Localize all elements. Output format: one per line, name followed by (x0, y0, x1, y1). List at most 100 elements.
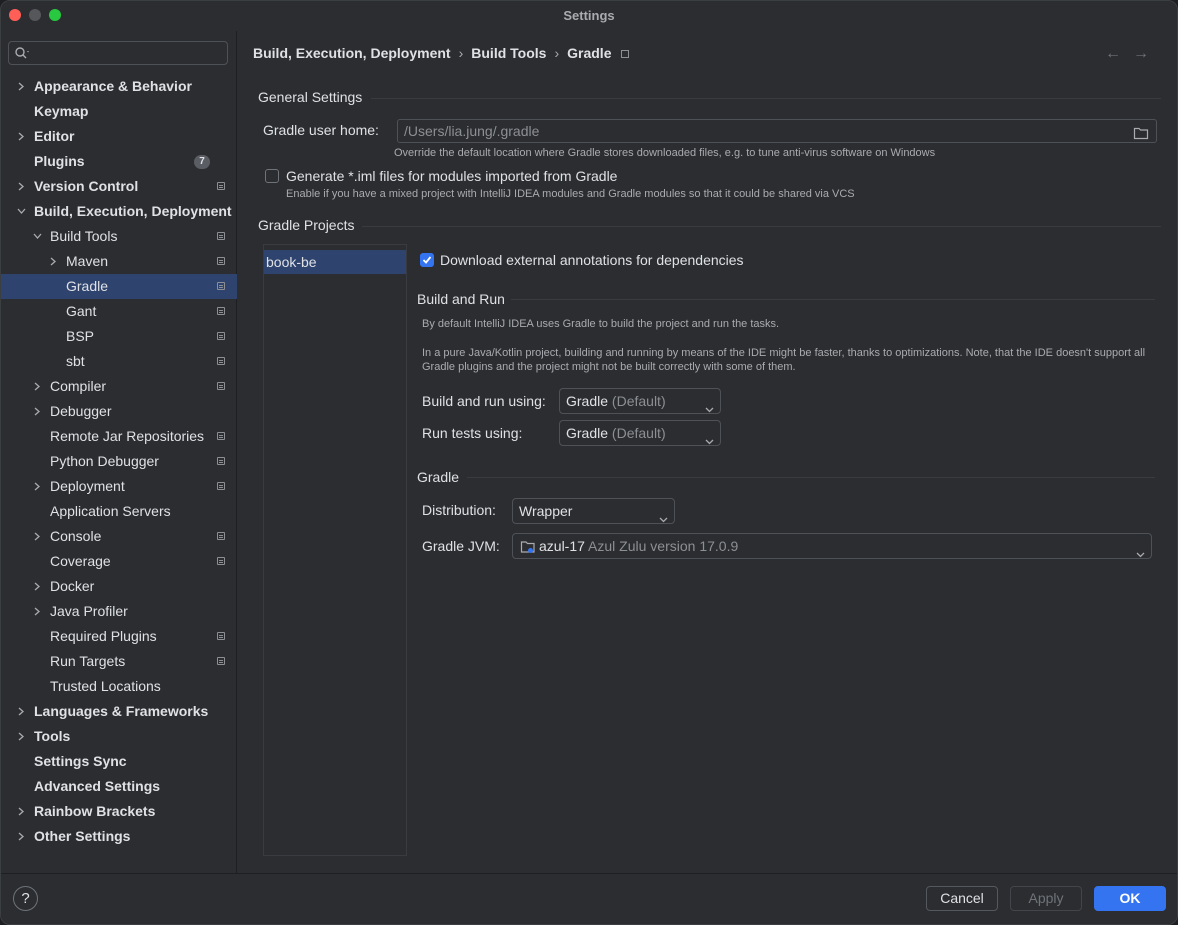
sidebar-item-console[interactable]: Console (1, 524, 237, 549)
cancel-button[interactable]: Cancel (926, 886, 998, 911)
sidebar-item-label: Python Debugger (50, 453, 159, 469)
sidebar-item-docker[interactable]: Docker (1, 574, 237, 599)
sidebar-item-label: Gant (66, 303, 97, 319)
chevron-down-icon[interactable] (33, 224, 45, 249)
sidebar-item-build-execution-deployment[interactable]: Build, Execution, Deployment (1, 199, 237, 224)
chevron-right-icon[interactable] (49, 249, 61, 274)
sidebar-item-languages-frameworks[interactable]: Languages & Frameworks (1, 699, 237, 724)
breadcrumb-item[interactable]: Build, Execution, Deployment (253, 45, 451, 61)
chevron-right-icon[interactable] (33, 474, 45, 499)
sidebar-item-sbt[interactable]: sbt (1, 349, 237, 374)
search-input[interactable] (8, 41, 228, 65)
project-level-icon (217, 332, 225, 340)
sidebar-item-version-control[interactable]: Version Control (1, 174, 237, 199)
sidebar-item-appearance[interactable]: Appearance & Behavior (1, 74, 237, 99)
breadcrumb-item[interactable]: Build Tools (471, 45, 546, 61)
sidebar-item-plugins[interactable]: Plugins 7 (1, 149, 237, 174)
chevron-right-icon[interactable] (17, 124, 29, 149)
chevron-down-icon (705, 429, 714, 453)
settings-content: Build, Execution, Deployment › Build Tools… (238, 31, 1177, 873)
run-tests-using-select[interactable]: Gradle (Default) (559, 420, 721, 446)
chevron-right-icon[interactable] (33, 599, 45, 624)
sidebar-item-label: Debugger (50, 403, 112, 419)
sidebar-item-rainbow-brackets[interactable]: Rainbow Brackets (1, 799, 237, 824)
sidebar-item-label: Appearance & Behavior (34, 78, 192, 94)
chevron-right-icon[interactable] (33, 524, 45, 549)
select-value: Gradle (566, 425, 609, 441)
gradle-jvm-select[interactable]: azul-17 Azul Zulu version 17.0.9 (512, 533, 1152, 559)
folder-icon[interactable] (1133, 124, 1149, 146)
breadcrumb-separator: › (458, 45, 464, 61)
sidebar-item-coverage[interactable]: Coverage (1, 549, 237, 574)
sidebar-item-label: Remote Jar Repositories (50, 428, 205, 444)
run-tests-using-label: Run tests using: (422, 425, 523, 441)
sidebar-item-label: Maven (66, 253, 109, 269)
chevron-right-icon[interactable] (17, 699, 29, 724)
download-annotations-label[interactable]: Download external annotations for depend… (440, 252, 744, 268)
sidebar-item-label: Version Control (34, 178, 139, 194)
select-value: Gradle (566, 393, 609, 409)
sidebar-item-compiler[interactable]: Compiler (1, 374, 237, 399)
distribution-select[interactable]: Wrapper (512, 498, 675, 524)
sidebar-item-settings-sync[interactable]: Settings Sync (1, 749, 237, 774)
chevron-right-icon[interactable] (33, 399, 45, 424)
chevron-right-icon[interactable] (17, 824, 29, 849)
sidebar-item-required-plugins[interactable]: Required Plugins (1, 624, 237, 649)
help-button[interactable]: ? (13, 886, 38, 911)
sidebar-item-application-servers[interactable]: Application Servers (1, 499, 237, 524)
distribution-label: Distribution: (422, 502, 496, 518)
sidebar-item-other-settings[interactable]: Other Settings (1, 824, 237, 849)
chevron-down-icon[interactable] (17, 199, 29, 224)
gradle-user-home-field[interactable]: /Users/lia.jung/.gradle (397, 119, 1157, 143)
gradle-projects-list: book-be (263, 244, 407, 856)
sidebar-item-advanced-settings[interactable]: Advanced Settings (1, 774, 237, 799)
project-level-icon (217, 257, 225, 265)
chevron-right-icon[interactable] (17, 74, 29, 99)
forward-arrow-icon[interactable]: → (1133, 45, 1161, 62)
sidebar-item-label: Compiler (50, 378, 107, 394)
sidebar-item-trusted-locations[interactable]: Trusted Locations (1, 674, 237, 699)
sidebar-item-label: Languages & Frameworks (34, 703, 209, 719)
sidebar-item-editor[interactable]: Editor (1, 124, 237, 149)
download-annotations-checkbox[interactable] (420, 253, 434, 267)
chevron-right-icon[interactable] (33, 374, 45, 399)
sidebar-item-bsp[interactable]: BSP (1, 324, 237, 349)
chevron-right-icon[interactable] (17, 799, 29, 824)
ok-button[interactable]: OK (1094, 886, 1166, 911)
sidebar-item-debugger[interactable]: Debugger (1, 399, 237, 424)
project-level-icon (217, 232, 225, 240)
select-value: azul-17 (539, 538, 585, 554)
general-settings-title: General Settings (258, 89, 363, 105)
build-and-run-title: Build and Run (417, 291, 505, 307)
divider (467, 477, 1155, 478)
sidebar-item-run-targets[interactable]: Run Targets (1, 649, 237, 674)
apply-button[interactable]: Apply (1010, 886, 1082, 911)
build-run-using-select[interactable]: Gradle (Default) (559, 388, 721, 414)
gradle-user-home-hint: Override the default location where Grad… (394, 147, 936, 159)
sidebar-item-remote-jar-repositories[interactable]: Remote Jar Repositories (1, 424, 237, 449)
generate-iml-label[interactable]: Generate *.iml files for modules importe… (286, 168, 617, 184)
sidebar-item-label: Keymap (34, 103, 89, 119)
sidebar-item-python-debugger[interactable]: Python Debugger (1, 449, 237, 474)
sidebar-item-label: Run Targets (50, 653, 126, 669)
sidebar-item-deployment[interactable]: Deployment (1, 474, 237, 499)
sidebar-item-label: Coverage (50, 553, 111, 569)
chevron-right-icon[interactable] (17, 724, 29, 749)
sidebar-item-java-profiler[interactable]: Java Profiler (1, 599, 237, 624)
sidebar-item-keymap[interactable]: Keymap (1, 99, 237, 124)
select-value-suffix: (Default) (611, 425, 666, 441)
sidebar-item-maven[interactable]: Maven (1, 249, 237, 274)
dialog-footer: ? Cancel Apply OK (1, 873, 1177, 924)
project-list-item[interactable]: book-be (264, 250, 406, 274)
select-value-suffix: (Default) (611, 393, 666, 409)
back-arrow-icon[interactable]: ← (1105, 45, 1133, 62)
generate-iml-checkbox[interactable] (265, 169, 279, 183)
sidebar-item-build-tools[interactable]: Build Tools (1, 224, 237, 249)
chevron-right-icon[interactable] (33, 574, 45, 599)
chevron-right-icon[interactable] (17, 174, 29, 199)
sidebar-item-gant[interactable]: Gant (1, 299, 237, 324)
sidebar-item-tools[interactable]: Tools (1, 724, 237, 749)
gradle-user-home-value: /Users/lia.jung/.gradle (404, 123, 540, 139)
sidebar-item-label: Gradle (66, 278, 109, 294)
sidebar-item-gradle[interactable]: Gradle (1, 274, 237, 299)
